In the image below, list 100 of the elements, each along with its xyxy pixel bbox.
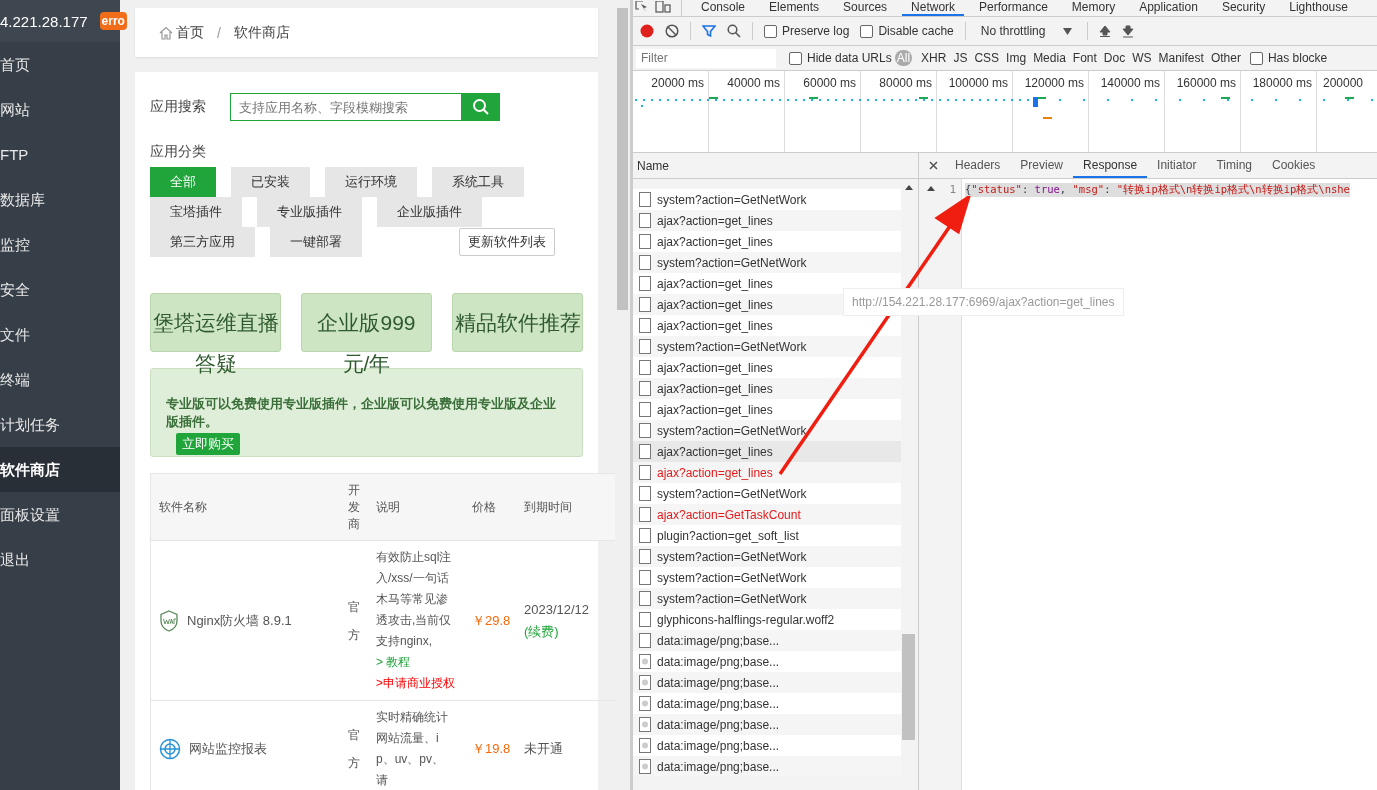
type-filter[interactable]: Img — [1004, 50, 1029, 66]
request-row[interactable]: ajax?action=get_lines — [633, 315, 901, 336]
sidebar-item[interactable]: 退出 — [0, 537, 120, 582]
category-tab[interactable]: 系统工具 — [432, 167, 524, 197]
breadcrumb-separator: / — [217, 24, 221, 41]
scroll-up-icon[interactable] — [904, 185, 913, 190]
devtools-tab[interactable]: Application — [1130, 0, 1207, 16]
sidebar-item[interactable]: 安全 — [0, 267, 120, 312]
sidebar-item[interactable]: 数据库 — [0, 177, 120, 222]
category-tab[interactable]: 运行环境 — [325, 167, 417, 197]
type-filter[interactable]: Doc — [1101, 50, 1128, 66]
type-filter[interactable]: Manifest — [1156, 50, 1206, 66]
detail-tab[interactable]: Response — [1073, 153, 1148, 178]
devtools-tab[interactable]: Performance — [970, 0, 1057, 16]
devtools-tab[interactable]: Security — [1212, 0, 1275, 16]
type-filter[interactable]: JS — [951, 50, 970, 66]
update-list-button[interactable]: 更新软件列表 — [459, 228, 555, 256]
throttling-dropdown[interactable]: No throttling — [976, 24, 1077, 38]
sidebar-item[interactable]: 面板设置 — [0, 492, 120, 537]
image-file-icon — [639, 696, 651, 711]
sidebar-item[interactable]: 监控 — [0, 222, 120, 267]
download-icon[interactable] — [1122, 24, 1135, 38]
column-header: Name — [637, 158, 669, 173]
time-tick: 120000 ms — [1024, 76, 1084, 90]
device-icon[interactable] — [655, 1, 671, 13]
file-icon — [639, 192, 651, 207]
breadcrumb-link[interactable]: 首页 — [176, 23, 204, 42]
sidebar-item[interactable]: 软件商店 — [0, 447, 120, 492]
type-filter[interactable]: Other — [1208, 50, 1243, 66]
sidebar-item[interactable]: 终端 — [0, 357, 120, 402]
checkbox[interactable] — [764, 24, 777, 38]
devtools-tab[interactable]: Memory — [1062, 0, 1125, 16]
search-field[interactable]: 支持应用名称、字段模糊搜索 — [230, 93, 462, 121]
checkbox[interactable] — [789, 51, 802, 65]
checkbox-label: Hide data URLs — [807, 51, 892, 65]
file-icon — [639, 213, 651, 228]
type-filter[interactable]: Media — [1031, 50, 1068, 66]
expiry-cell-text: 未开通 — [524, 740, 563, 758]
request-row[interactable]: ajax?action=get_lines — [633, 399, 901, 420]
checkbox[interactable] — [860, 24, 874, 38]
sidebar-item[interactable]: 网站 — [0, 87, 120, 132]
request-row[interactable]: ajax?action=get_lines — [633, 441, 901, 462]
file-icon — [639, 591, 651, 606]
filter-icon[interactable] — [702, 24, 716, 38]
file-icon — [639, 360, 651, 375]
category-tab[interactable]: 专业版插件 — [257, 197, 362, 227]
type-filter[interactable]: WS — [1130, 50, 1154, 66]
image-file-icon — [639, 654, 651, 669]
request-row[interactable]: data:image/png;base... — [633, 735, 901, 756]
devtools-tab[interactable]: Sources — [834, 0, 897, 16]
developer-cell-text: 官方 — [348, 727, 361, 772]
upload-icon[interactable] — [1099, 24, 1112, 38]
sidebar-item[interactable]: 文件 — [0, 312, 120, 357]
url-tooltip: http://154.221.28.177:6969/ajax?action=get_lines — [843, 288, 1124, 316]
app-name: Nginx防火墙 8.9.1 — [187, 611, 292, 630]
category-tab[interactable]: 宝塔插件 — [150, 197, 242, 227]
category-tab[interactable]: 第三方应用 — [150, 227, 255, 257]
app-name: 网站监控报表 — [189, 740, 267, 758]
request-row[interactable]: system?action=GetNetWork — [633, 189, 901, 210]
inspect-icon[interactable] — [635, 1, 649, 13]
close-icon[interactable] — [929, 161, 938, 170]
request-row[interactable]: plugin?action=get_soft_list — [633, 525, 901, 546]
file-icon — [639, 423, 651, 438]
request-row[interactable]: data:image/png;base... — [633, 651, 901, 672]
detail-tab[interactable]: Cookies — [1262, 153, 1326, 178]
type-filter[interactable]: XHR — [919, 50, 949, 66]
search-icon[interactable] — [727, 24, 741, 38]
scrollbar-thumb[interactable] — [617, 8, 628, 310]
sidebar-item[interactable]: FTP — [0, 132, 120, 177]
promo-banner[interactable]: 精品软件推荐 — [452, 293, 583, 352]
category-tab[interactable]: 已安装 — [231, 167, 310, 197]
devtools-tab[interactable]: Lighthouse — [1280, 0, 1357, 16]
scroll-up-icon[interactable] — [927, 186, 935, 191]
detail-tab[interactable]: Headers — [945, 153, 1011, 178]
clear-icon[interactable] — [665, 24, 679, 38]
request-row[interactable]: system?action=GetNetWork — [633, 567, 901, 588]
devtools-tab[interactable]: Console — [692, 0, 755, 16]
category-label: 应用分类 — [150, 143, 207, 161]
sidebar-item[interactable]: 首页 — [0, 42, 120, 87]
file-icon — [639, 570, 651, 585]
request-row[interactable]: ajax?action=get_lines — [633, 231, 901, 252]
detail-tab[interactable]: Initiator — [1147, 153, 1207, 178]
search-button[interactable] — [462, 93, 500, 121]
type-filter[interactable]: CSS — [972, 50, 1002, 66]
type-filter[interactable]: Font — [1070, 50, 1099, 66]
record-icon[interactable] — [640, 24, 654, 38]
detail-tab[interactable]: Preview — [1010, 153, 1074, 178]
devtools-tab[interactable]: Elements — [760, 0, 829, 16]
category-tab[interactable]: 企业版插件 — [377, 197, 482, 227]
filter-field[interactable]: Filter — [636, 48, 776, 68]
category-tab[interactable]: 一键部署 — [270, 227, 362, 257]
sidebar-item[interactable]: 计划任务 — [0, 402, 120, 447]
checkbox[interactable] — [1249, 51, 1263, 65]
request-row[interactable]: glyphicons-halflings-regular.woff2 — [633, 609, 901, 630]
request-row[interactable]: system?action=GetNetWork — [633, 483, 901, 504]
scrollbar-thumb[interactable] — [902, 634, 915, 740]
request-row[interactable]: data:image/png;base... — [633, 693, 901, 714]
request-row[interactable]: ajax?action=get_lines — [633, 273, 901, 294]
request-row[interactable]: ajax?action=get_lines — [633, 357, 901, 378]
detail-tab[interactable]: Timing — [1206, 153, 1262, 178]
